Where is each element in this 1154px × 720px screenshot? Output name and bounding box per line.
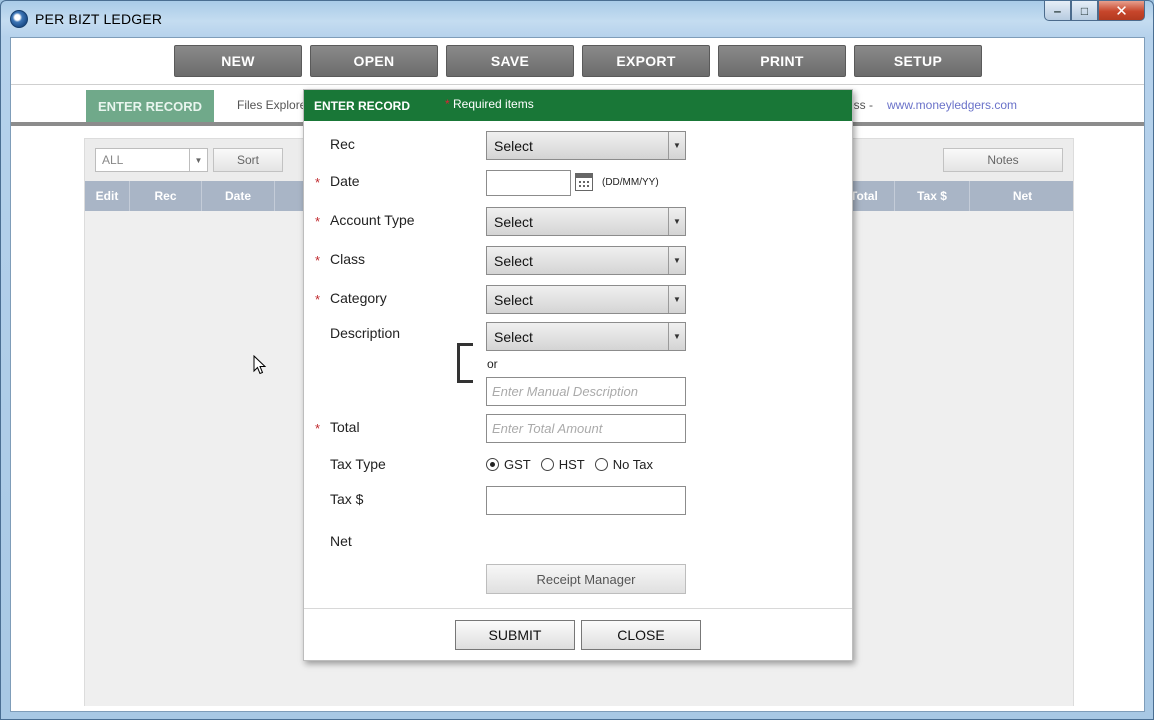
description-select[interactable]: Select ▼	[486, 322, 686, 351]
total-amount-input[interactable]: Enter Total Amount	[486, 414, 686, 443]
chevron-down-icon: ▼	[668, 323, 685, 350]
website-link[interactable]: www.moneyledgers.com	[887, 98, 1017, 112]
close-dialog-button[interactable]: CLOSE	[581, 620, 701, 650]
account-type-value: Select	[494, 214, 533, 230]
receipt-manager-button[interactable]: Receipt Manager	[486, 564, 686, 594]
column-header-rec[interactable]: Rec	[130, 181, 202, 211]
date-format-hint: (DD/MM/YY)	[602, 177, 659, 188]
date-label: Date	[330, 173, 360, 189]
open-button[interactable]: OPEN	[310, 45, 438, 77]
chevron-down-icon: ▼	[668, 247, 685, 274]
maximize-button[interactable]: □	[1071, 1, 1098, 21]
close-window-button[interactable]: ✕	[1098, 1, 1145, 21]
description-label: Description	[330, 325, 401, 341]
tax-amount-input[interactable]	[486, 486, 686, 515]
no-tax-radio[interactable]	[594, 458, 608, 471]
column-header-date[interactable]: Date	[202, 181, 275, 211]
chevron-down-icon: ▼	[668, 132, 685, 159]
main-toolbar: NEW OPEN SAVE EXPORT PRINT SETUP	[11, 38, 1144, 84]
tax-amount-label: Tax $	[330, 491, 364, 507]
column-header-net[interactable]: Net	[970, 181, 1075, 211]
date-input[interactable]	[486, 170, 571, 196]
gst-radio-label[interactable]: GST	[504, 457, 531, 472]
app-logo-icon	[10, 10, 28, 28]
title-bar[interactable]: PER BIZT LEDGER ‒ □ ✕	[1, 1, 1153, 37]
category-label: Category	[330, 290, 387, 306]
submit-button[interactable]: SUBMIT	[455, 620, 575, 650]
net-label: Net	[330, 533, 352, 549]
app-window: PER BIZT LEDGER ‒ □ ✕ NEW OPEN SAVE EXPO…	[0, 0, 1154, 720]
rec-select[interactable]: Select ▼	[486, 131, 686, 160]
dialog-header: ENTER RECORD * Required items	[304, 90, 852, 121]
required-legend: * Required items	[445, 97, 534, 111]
class-select[interactable]: Select ▼	[486, 246, 686, 275]
description-bracket	[457, 343, 473, 383]
tab-enter-record[interactable]: ENTER RECORD	[86, 90, 214, 122]
print-button[interactable]: PRINT	[718, 45, 846, 77]
account-type-label: Account Type	[330, 212, 415, 228]
files-explorer-link[interactable]: Files Explore	[237, 98, 306, 112]
hst-radio[interactable]	[540, 458, 554, 471]
rec-label: Rec	[330, 136, 355, 152]
chevron-down-icon: ▼	[189, 149, 207, 171]
column-header-tax[interactable]: Tax $	[895, 181, 970, 211]
new-button[interactable]: NEW	[174, 45, 302, 77]
filter-value: ALL	[102, 153, 124, 167]
export-button[interactable]: EXPORT	[582, 45, 710, 77]
filter-dropdown[interactable]: ALL ▼	[95, 148, 208, 172]
description-value: Select	[494, 329, 533, 345]
setup-button[interactable]: SETUP	[854, 45, 982, 77]
rec-select-value: Select	[494, 138, 533, 154]
window-title: PER BIZT LEDGER	[35, 11, 163, 27]
chevron-down-icon: ▼	[668, 208, 685, 235]
required-star-class: *	[315, 253, 321, 268]
tax-type-radio-group: GST HST No Tax	[486, 457, 663, 472]
no-tax-radio-label[interactable]: No Tax	[613, 457, 653, 472]
class-value: Select	[494, 253, 533, 269]
minimize-button[interactable]: ‒	[1044, 1, 1071, 21]
hst-radio-label[interactable]: HST	[559, 457, 585, 472]
dialog-form: Rec Select ▼ * Date (DD/MM/YY) * Account…	[304, 121, 852, 609]
notes-button[interactable]: Notes	[943, 148, 1063, 172]
category-value: Select	[494, 292, 533, 308]
required-star-category: *	[315, 292, 321, 307]
enter-record-dialog: ENTER RECORD * Required items Rec Select…	[303, 89, 853, 661]
tax-type-label: Tax Type	[330, 456, 386, 472]
manual-description-input[interactable]: Enter Manual Description	[486, 377, 686, 406]
dialog-title: ENTER RECORD	[314, 99, 411, 113]
dialog-footer: SUBMIT CLOSE	[304, 609, 852, 660]
total-label: Total	[330, 419, 360, 435]
sort-button[interactable]: Sort	[213, 148, 283, 172]
gst-radio[interactable]	[486, 458, 499, 471]
required-star-date: *	[315, 175, 321, 190]
description-or: or	[487, 357, 498, 371]
column-header-edit[interactable]: Edit	[85, 181, 130, 211]
class-label: Class	[330, 251, 366, 267]
save-button[interactable]: SAVE	[446, 45, 574, 77]
calendar-icon[interactable]	[575, 173, 593, 191]
chevron-down-icon: ▼	[668, 286, 685, 313]
mouse-cursor-icon	[253, 355, 267, 375]
category-select[interactable]: Select ▼	[486, 285, 686, 314]
required-text: Required items	[453, 97, 534, 111]
window-controls: ‒ □ ✕	[1044, 1, 1145, 21]
account-type-select[interactable]: Select ▼	[486, 207, 686, 236]
required-star-account-type: *	[315, 214, 321, 229]
required-star-total: *	[315, 421, 321, 436]
required-star: *	[445, 97, 450, 111]
